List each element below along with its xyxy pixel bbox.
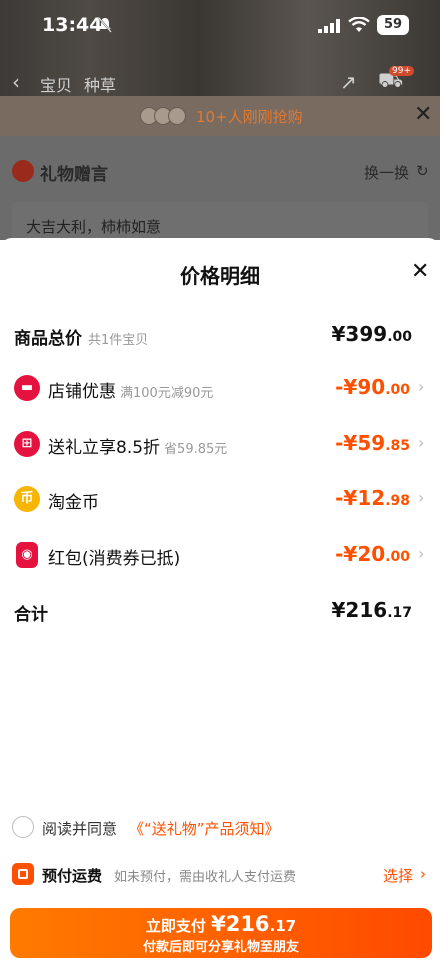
cell-signal-icon	[318, 19, 340, 33]
price-detail-sheet: 价格明细 ✕ 商品总价 共1件宝贝 ¥399.00 ▬ 店铺优惠 满100元减90元…	[0, 238, 440, 967]
gift-message-box[interactable]: 大吉大利，柿柿如意	[12, 202, 428, 240]
share-icon[interactable]: ↗	[340, 70, 357, 94]
swap-button[interactable]: 换一换	[364, 162, 409, 183]
chevron-right-icon: ›	[418, 544, 425, 563]
total-amount: ¥216.17	[331, 598, 412, 622]
item-amount: -¥90.00	[335, 375, 410, 399]
chevron-right-icon: ›	[418, 433, 425, 452]
shipping-select-button[interactable]: 选择	[383, 865, 413, 886]
status-bar: 13:44 59	[0, 0, 440, 52]
buyer-avatars	[140, 107, 188, 125]
list-item-gift-discount[interactable]: ⊞ 送礼立享8.5折 省59.85元 -¥59.85 ›	[0, 423, 440, 463]
goods-total-label: 商品总价 共1件宝贝	[14, 329, 149, 349]
total-row: 合计 ¥216.17	[0, 590, 440, 630]
pay-button-label: 立即支付 ¥216.17	[145, 912, 297, 936]
gift-icon	[12, 160, 34, 182]
item-label: 淘金币	[48, 493, 99, 513]
purchase-banner: 10+人刚刚抢购 ✕	[0, 96, 440, 136]
gift-message-section: 礼物赠言 换一换 ↻ 大吉大利，柿柿如意	[0, 136, 440, 240]
goods-count: 共1件宝贝	[88, 333, 149, 348]
cart-badge: 99+	[389, 66, 414, 76]
sheet-title: 价格明细	[180, 264, 260, 288]
wifi-icon	[348, 17, 370, 32]
item-amount: -¥20.00	[335, 542, 410, 566]
shipping-box-icon	[12, 863, 34, 885]
banner-close-icon[interactable]: ✕	[414, 102, 432, 127]
background-page: 13:44 59 ‹ 宝贝 种草 ↗ ⛟ 99+ 10+人刚刚抢购 ✕ 礼物赠言…	[0, 0, 440, 240]
list-item-shop-discount[interactable]: ▬ 店铺优惠 满100元减90元 -¥90.00 ›	[0, 367, 440, 407]
back-arrow-icon[interactable]: ‹	[12, 70, 20, 94]
item-label: 店铺优惠 满100元减90元	[48, 382, 214, 402]
list-item-taojinbi[interactable]: 币 淘金币 -¥12.98 ›	[0, 478, 440, 518]
item-label: 送礼立享8.5折 省59.85元	[48, 438, 228, 458]
shop-icon: ▬	[14, 375, 40, 401]
agreement-link[interactable]: 《“送礼物”产品须知》	[129, 818, 280, 839]
pay-button-subtitle: 付款后即可分享礼物至朋友	[142, 940, 299, 955]
red-envelope-icon: ◉	[16, 542, 38, 568]
avatar	[168, 107, 186, 125]
close-icon[interactable]: ✕	[411, 261, 429, 283]
prepaid-shipping-row: 预付运费 如未预付，需由收礼人支付运费 选择 ›	[12, 862, 432, 888]
goods-total-amount: ¥399.00	[331, 322, 412, 346]
gift-message: 大吉大利，柿柿如意	[26, 218, 162, 236]
tab-item[interactable]: 宝贝	[40, 72, 72, 96]
item-amount: -¥12.98	[335, 486, 410, 510]
coin-icon: 币	[14, 486, 40, 512]
shipping-label: 预付运费	[42, 867, 103, 885]
total-label: 合计	[14, 605, 48, 625]
chevron-right-icon: ›	[418, 377, 425, 396]
tab-seed[interactable]: 种草	[84, 72, 116, 96]
goods-total-row: 商品总价 共1件宝贝 ¥399.00	[0, 314, 440, 354]
banner-text: 10+人刚刚抢购	[196, 108, 303, 126]
list-item-red-envelope[interactable]: ◉ 红包(消费券已抵) -¥20.00 ›	[0, 534, 440, 574]
gift-icon: ⊞	[14, 431, 40, 457]
bell-muted-icon	[98, 17, 112, 33]
status-time: 13:44	[42, 14, 103, 36]
item-label: 红包(消费券已抵)	[48, 549, 181, 569]
chevron-right-icon[interactable]: ›	[420, 865, 426, 883]
chevron-right-icon: ›	[418, 488, 425, 507]
agreement-text: 阅读并同意	[42, 820, 118, 838]
battery-indicator: 59	[377, 15, 409, 35]
refresh-icon[interactable]: ↻	[416, 162, 429, 180]
shipping-desc: 如未预付，需由收礼人支付运费	[114, 870, 297, 885]
agreement-row: 阅读并同意 《“送礼物”产品须知》	[12, 816, 432, 842]
agreement-checkbox[interactable]	[12, 816, 34, 838]
item-amount: -¥59.85	[335, 431, 410, 455]
pay-now-button[interactable]: 立即支付 ¥216.17 付款后即可分享礼物至朋友	[10, 908, 432, 958]
gift-section-title: 礼物赠言	[40, 165, 108, 185]
